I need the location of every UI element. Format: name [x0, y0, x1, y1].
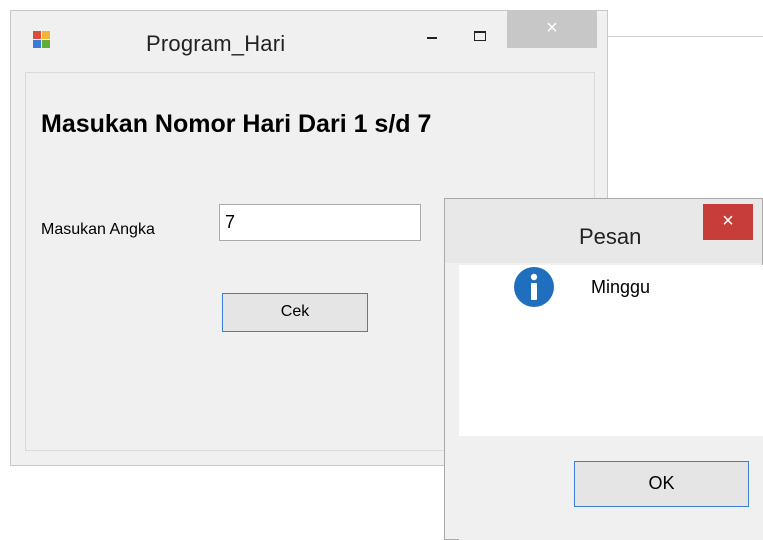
close-icon: ×: [722, 210, 734, 232]
background-divider: [600, 36, 763, 37]
number-input[interactable]: [219, 204, 421, 241]
minimize-button[interactable]: [415, 19, 449, 47]
page-heading: Masukan Nomor Hari Dari 1 s/d 7: [41, 110, 432, 138]
info-icon: [514, 267, 554, 307]
message-box-title: Pesan: [579, 224, 642, 249]
message-text: Minggu: [591, 277, 651, 297]
maximize-button[interactable]: [463, 19, 497, 47]
window-title: Program_Hari: [146, 31, 286, 56]
close-icon: ×: [546, 17, 558, 39]
main-titlebar[interactable]: Program_Hari ×: [11, 11, 607, 69]
message-box-titlebar[interactable]: Pesan ×: [445, 199, 762, 263]
message-box-close-button[interactable]: ×: [703, 204, 753, 240]
app-icon: [33, 31, 50, 48]
input-label: Masukan Angka: [41, 221, 155, 238]
close-button[interactable]: ×: [507, 11, 597, 48]
cek-button[interactable]: Cek: [222, 293, 368, 332]
ok-button[interactable]: OK: [574, 461, 749, 507]
message-box: Pesan × Minggu OK: [444, 198, 763, 540]
